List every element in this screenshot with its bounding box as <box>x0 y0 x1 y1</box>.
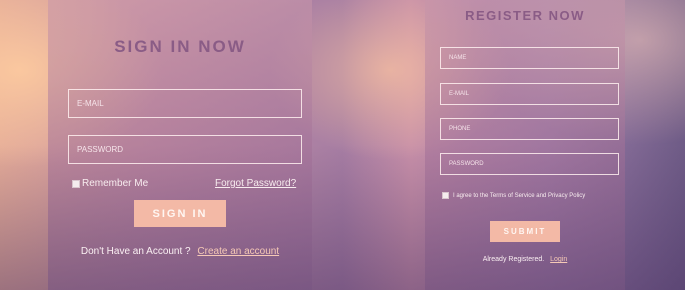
password-placeholder: PASSWORD <box>77 145 124 154</box>
login-link[interactable]: Login <box>550 256 567 263</box>
signin-title: SIGN IN NOW <box>114 37 246 56</box>
register-title: REGISTER NOW <box>465 8 585 23</box>
terms-label: I agree to the Terms of Service and Priv… <box>453 192 586 199</box>
register-email-field[interactable]: E-MAIL <box>440 83 619 105</box>
register-password-field[interactable]: PASSWORD <box>440 153 619 175</box>
forgot-password-link[interactable]: Forgot Password? <box>215 178 296 189</box>
register-panel: REGISTER NOW NAME E-MAIL PHONE PASSWORD … <box>425 0 625 290</box>
login-prompt: Already Registered. Login <box>425 256 625 263</box>
signup-prompt: Don't Have an Account ? Create an accoun… <box>48 246 312 257</box>
name-field[interactable]: NAME <box>440 47 619 69</box>
register-email-placeholder: E-MAIL <box>449 91 470 97</box>
already-registered-text: Already Registered. <box>482 256 545 263</box>
create-account-link[interactable]: Create an account <box>197 246 279 257</box>
name-placeholder: NAME <box>449 55 467 61</box>
terms-checkbox[interactable] <box>442 192 449 199</box>
phone-field[interactable]: PHONE <box>440 118 619 140</box>
remember-checkbox[interactable] <box>72 179 80 188</box>
signin-panel: SIGN IN NOW E-MAIL PASSWORD Remember Me … <box>48 0 312 290</box>
signin-button[interactable]: SIGN IN <box>134 200 226 227</box>
remember-row: Remember Me <box>72 178 148 189</box>
terms-row: I agree to the Terms of Service and Priv… <box>442 192 585 199</box>
email-field[interactable]: E-MAIL <box>68 89 302 118</box>
register-password-placeholder: PASSWORD <box>449 161 484 167</box>
remember-label: Remember Me <box>82 178 149 189</box>
phone-placeholder: PHONE <box>449 126 471 132</box>
password-field[interactable]: PASSWORD <box>68 135 302 164</box>
submit-button[interactable]: SUBMIT <box>490 221 560 242</box>
email-placeholder: E-MAIL <box>77 99 104 108</box>
no-account-text: Don't Have an Account ? <box>80 246 191 257</box>
